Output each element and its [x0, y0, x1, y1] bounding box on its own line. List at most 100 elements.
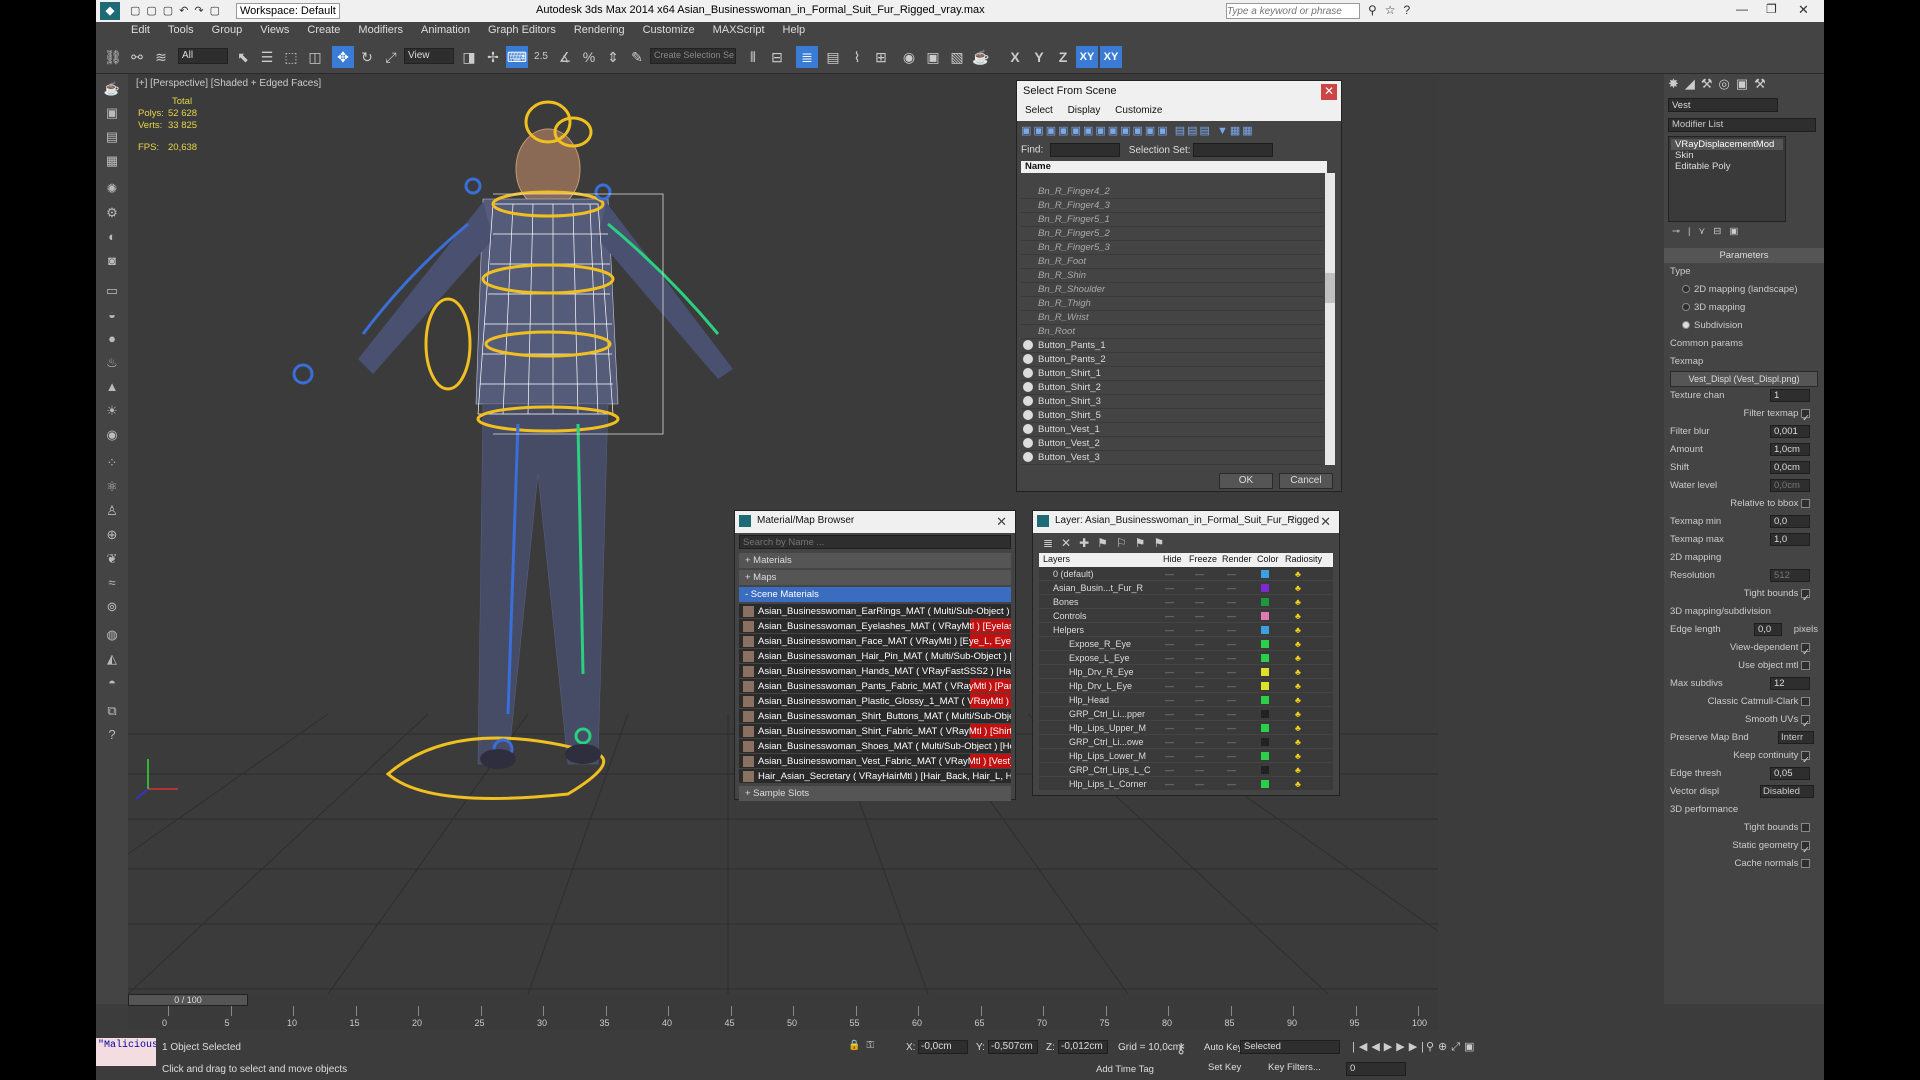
axis-y-button[interactable]: Y	[1028, 46, 1050, 68]
scene-object-item[interactable]: Bn_R_Finger5_3	[1021, 241, 1323, 255]
scene-object-item[interactable]: Bn_Root	[1021, 325, 1323, 339]
layer-row[interactable]: Helpers — — — ♣	[1039, 623, 1333, 637]
hide-toggle[interactable]: —	[1165, 721, 1174, 735]
workspace-dropdown[interactable]: Workspace: Default	[236, 3, 340, 19]
freeze-toggle[interactable]: —	[1195, 623, 1204, 637]
mirror-icon[interactable]: ⫴	[742, 46, 764, 68]
infocenter-icons[interactable]: ⚲☆?	[1368, 3, 1418, 17]
layer-color-swatch[interactable]	[1261, 710, 1269, 718]
freeze-toggle[interactable]: —	[1195, 595, 1204, 609]
resolution-field[interactable]	[1770, 569, 1810, 582]
material-item[interactable]: Asian_Businesswoman_Shirt_Buttons_MAT ( …	[739, 709, 1011, 724]
layer-color-swatch[interactable]	[1261, 780, 1269, 788]
hide-toggle[interactable]: —	[1165, 763, 1174, 777]
scene-object-item[interactable]: Button_Vest_2	[1021, 437, 1323, 451]
water-level-field[interactable]	[1770, 479, 1810, 492]
name-column-header[interactable]: Name	[1021, 161, 1327, 173]
maxscript-listener[interactable]: "Malicious s	[96, 1038, 156, 1066]
stack-skin[interactable]: Skin	[1671, 150, 1783, 161]
render-toggle[interactable]: —	[1227, 693, 1236, 707]
snap-toggle-icon[interactable]: 2.5	[530, 46, 552, 68]
key-icon[interactable]: ⚷	[1176, 1040, 1186, 1057]
menu-edit[interactable]: Edit	[122, 22, 159, 38]
texmap-button[interactable]: Vest_Displ (Vest_Displ.png)	[1670, 371, 1818, 387]
axis-xy-button[interactable]: XY	[1076, 46, 1098, 68]
radiosity-icon[interactable]: ♣	[1295, 721, 1301, 735]
close-icon[interactable]: ✕	[1321, 84, 1337, 100]
unlink-icon[interactable]: ⚯	[126, 46, 148, 68]
render-toggle[interactable]: —	[1227, 679, 1236, 693]
tight-bounds2-checkbox[interactable]	[1801, 822, 1810, 832]
close-icon[interactable]: ✕	[1320, 514, 1331, 530]
globe-icon[interactable]: ⊕	[101, 524, 123, 546]
molecule-icon[interactable]: ⚛	[101, 476, 123, 498]
radiosity-icon[interactable]: ♣	[1295, 679, 1301, 693]
layer-manager-icon[interactable]: ≣	[796, 46, 818, 68]
menu-customize[interactable]: Customize	[634, 22, 704, 38]
layer-color-swatch[interactable]	[1261, 668, 1269, 676]
render-toggle[interactable]: —	[1227, 581, 1236, 595]
align-icon[interactable]: ⊟	[766, 46, 788, 68]
freeze-toggle[interactable]: —	[1195, 651, 1204, 665]
selection-set-dropdown[interactable]	[1193, 143, 1274, 157]
time-slider[interactable]: 0 / 100	[128, 994, 1438, 1006]
hide-toggle[interactable]: —	[1165, 777, 1174, 791]
stack-vraydisplacement[interactable]: VRayDisplacementMod	[1671, 139, 1783, 150]
environment-icon[interactable]: ◓	[101, 672, 123, 694]
ok-button[interactable]: OK	[1219, 473, 1273, 489]
menu-group[interactable]: Group	[203, 22, 252, 38]
scene-object-item[interactable]: Button_Shirt_5	[1021, 409, 1323, 423]
menu-rendering[interactable]: Rendering	[565, 22, 634, 38]
percent-snap-icon[interactable]: %	[578, 46, 600, 68]
static-geometry-checkbox[interactable]: ✓	[1801, 840, 1810, 856]
col-layers[interactable]: Layers	[1043, 554, 1070, 564]
parameters-rollout[interactable]: Parameters	[1664, 248, 1824, 263]
bind-spacewarp-icon[interactable]: ≋	[150, 46, 172, 68]
layer-row[interactable]: Hlp_Drv_L_Eye — — — ♣	[1039, 679, 1333, 693]
named-selection-dropdown[interactable]: Create Selection Se	[650, 48, 736, 64]
layer-row[interactable]: Hlp_Head — — — ♣	[1039, 693, 1333, 707]
layer-row[interactable]: Expose_R_Eye — — — ♣	[1039, 637, 1333, 651]
hide-toggle[interactable]: —	[1165, 735, 1174, 749]
search-input[interactable]	[1226, 3, 1360, 19]
layer-row[interactable]: Hlp_Drv_R_Eye — — — ♣	[1039, 665, 1333, 679]
freeze-toggle[interactable]: —	[1195, 721, 1204, 735]
group-materials[interactable]: + Materials	[739, 553, 1011, 568]
close-button[interactable]: ✕	[1798, 2, 1809, 18]
graphite-icon[interactable]: ▤	[822, 46, 844, 68]
angle-snap-icon[interactable]: ∡	[554, 46, 576, 68]
scene-object-item[interactable]: Bn_R_Finger4_3	[1021, 199, 1323, 213]
layer-toolbar[interactable]: ≣✕✚⚑⚐⚑⚑	[1033, 533, 1339, 553]
classic-catmull-checkbox[interactable]	[1801, 696, 1810, 706]
edit-named-sel-icon[interactable]: ✎	[626, 46, 648, 68]
light-bulb-icon[interactable]: ✺	[101, 178, 123, 200]
layer-color-swatch[interactable]	[1261, 570, 1269, 578]
scene-object-item[interactable]: Button_Vest_3	[1021, 451, 1323, 465]
hide-toggle[interactable]: —	[1165, 637, 1174, 651]
layer-color-swatch[interactable]	[1261, 612, 1269, 620]
list-icon[interactable]: ▤	[101, 126, 123, 148]
hide-toggle[interactable]: —	[1165, 707, 1174, 721]
scene-object-item[interactable]: Button_Pants_1	[1021, 339, 1323, 353]
selection-filter-dropdown[interactable]: All	[178, 48, 228, 64]
filter-texmap-checkbox[interactable]: ✓	[1801, 408, 1810, 424]
axis-z-button[interactable]: Z	[1052, 46, 1074, 68]
radiosity-icon[interactable]: ♣	[1295, 693, 1301, 707]
render-toggle[interactable]: —	[1227, 637, 1236, 651]
render-frame-icon[interactable]: ▣	[101, 102, 123, 124]
snapshot-icon[interactable]: ⧉	[101, 700, 123, 722]
curve-editor-icon[interactable]: ⌇	[846, 46, 868, 68]
col-hide[interactable]: Hide	[1163, 554, 1182, 564]
menu-graph-editors[interactable]: Graph Editors	[479, 22, 565, 38]
hide-toggle[interactable]: —	[1165, 693, 1174, 707]
material-item[interactable]: Asian_Businesswoman_EarRings_MAT ( Multi…	[739, 604, 1011, 619]
freeze-toggle[interactable]: —	[1195, 749, 1204, 763]
col-color[interactable]: Color	[1257, 554, 1279, 564]
cone-icon[interactable]: ▲	[101, 376, 123, 398]
minimize-button[interactable]: —	[1736, 2, 1748, 16]
axis-x-button[interactable]: X	[1004, 46, 1026, 68]
keyboard-shortcut-icon[interactable]: ⌨	[506, 46, 528, 68]
menu-modifiers[interactable]: Modifiers	[349, 22, 412, 38]
freeze-toggle[interactable]: —	[1195, 707, 1204, 721]
layer-row[interactable]: Hlp_Lips_Upper_M — — — ♣	[1039, 721, 1333, 735]
